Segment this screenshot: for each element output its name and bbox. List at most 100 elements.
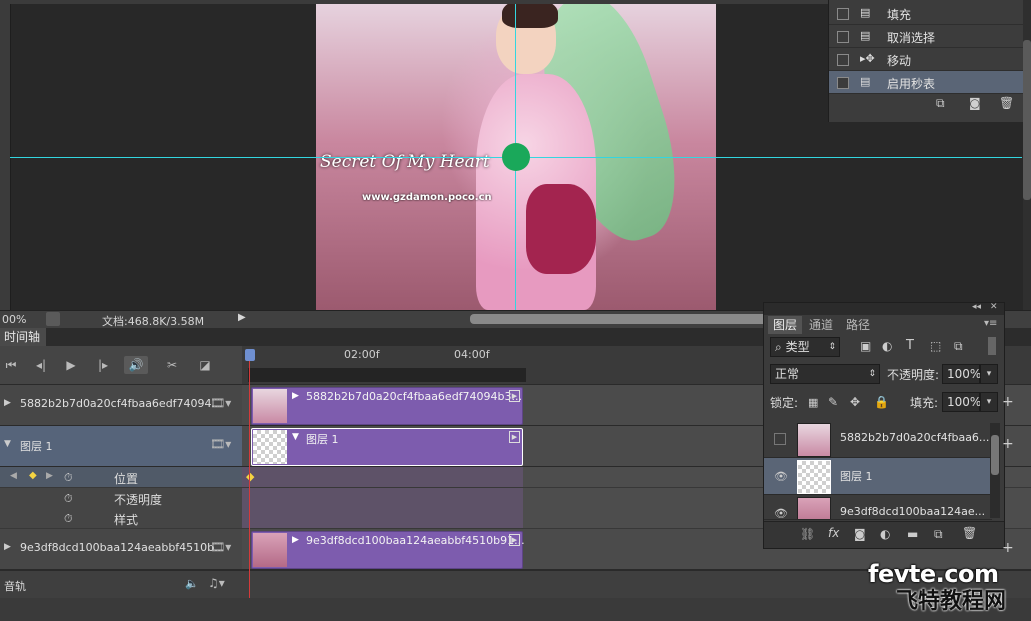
- status-menu-icon[interactable]: [46, 312, 60, 326]
- stopwatch-icon[interactable]: ⏱: [64, 492, 73, 506]
- history-snapshot-checkbox[interactable]: [837, 8, 849, 20]
- layer-row-selected[interactable]: 👁 图层 1: [764, 458, 992, 495]
- type-filter-icon[interactable]: T: [906, 338, 914, 353]
- speaker-icon[interactable]: 🔈: [185, 577, 199, 590]
- pixel-filter-icon[interactable]: ▣: [860, 339, 871, 353]
- close-icon[interactable]: ✕: [990, 302, 998, 312]
- history-item-fill[interactable]: ▤ 填充: [829, 2, 1024, 25]
- lock-all-icon[interactable]: 🔒: [874, 395, 889, 409]
- stopwatch-icon[interactable]: ⏱: [64, 471, 73, 485]
- link-icon[interactable]: ⛓: [800, 527, 815, 541]
- layer-filter-select[interactable]: ⌕ 类型 ⇕: [770, 337, 840, 357]
- clip-end-icon[interactable]: ▶: [509, 534, 520, 546]
- history-item-enable-stopwatch[interactable]: ▤ 启用秒表: [829, 71, 1024, 94]
- lock-position-icon[interactable]: ✥: [850, 395, 860, 409]
- playhead-handle[interactable]: [245, 349, 255, 361]
- eye-icon[interactable]: 👁: [774, 470, 788, 483]
- history-snapshot-checkbox[interactable]: [837, 31, 849, 43]
- layers-scroll-thumb[interactable]: [991, 435, 999, 475]
- film-icon[interactable]: 🎞▾: [210, 540, 231, 554]
- new-layer-icon[interactable]: ⧉: [934, 527, 943, 542]
- eye-icon[interactable]: 👁: [774, 507, 788, 519]
- goto-first-frame-icon[interactable]: ⏮: [2, 356, 20, 374]
- camera-icon[interactable]: ◙: [969, 96, 981, 110]
- timeline-track-layer-photo1[interactable]: ▶ 5882b2b7d0a20cf4fbaa6edf74094... 🎞▾: [0, 385, 242, 426]
- timeline-track-layer-photo2[interactable]: ▶ 9e3df8dcd100baa124aeabbf4510b... 🎞▾: [0, 529, 242, 570]
- tab-layers[interactable]: 图层: [768, 316, 803, 334]
- tab-paths[interactable]: 路径: [841, 316, 875, 334]
- adjustment-layer-icon[interactable]: ◐: [880, 527, 890, 541]
- film-icon[interactable]: 🎞▾: [210, 437, 231, 451]
- timeline-clip[interactable]: ▼ 图层 1 ▶: [251, 428, 523, 466]
- opacity-input[interactable]: 100%: [942, 364, 981, 384]
- mask-icon[interactable]: ◙: [854, 527, 866, 541]
- clip-end-icon[interactable]: ▶: [509, 431, 520, 443]
- next-keyframe-icon[interactable]: ▶: [46, 471, 53, 481]
- music-note-icon[interactable]: ♫▾: [208, 576, 225, 590]
- fill-dropdown-icon[interactable]: ▾: [980, 392, 998, 412]
- add-media-plus-icon[interactable]: +: [1002, 540, 1014, 556]
- visibility-toggle[interactable]: [774, 433, 786, 445]
- history-item-deselect[interactable]: ▤ 取消选择: [829, 25, 1024, 48]
- audio-toggle-icon[interactable]: 🔊: [124, 356, 148, 374]
- collapse-arrow-icon[interactable]: ▼: [4, 439, 11, 449]
- timeline-clip[interactable]: ▶ 9e3df8dcd100baa124aeabbf4510b91... ▶: [251, 531, 525, 569]
- layers-panel-titlebar[interactable]: ◂◂ ✕: [764, 302, 1004, 315]
- keyframe-diamond-icon[interactable]: ◆: [29, 470, 37, 481]
- play-icon[interactable]: ▶: [62, 356, 80, 374]
- scissors-icon[interactable]: ✂: [163, 356, 181, 374]
- next-frame-icon[interactable]: |▸: [94, 356, 112, 374]
- tab-timeline[interactable]: 时间轴: [0, 328, 46, 346]
- transition-icon[interactable]: ◪: [196, 356, 214, 374]
- stopwatch-icon[interactable]: ⏱: [64, 512, 73, 526]
- adjustment-filter-icon[interactable]: ◐: [882, 339, 892, 353]
- history-snapshot-checkbox[interactable]: [837, 54, 849, 66]
- property-style[interactable]: ⏱ 样式: [0, 508, 242, 529]
- work-area-bar[interactable]: [248, 368, 526, 382]
- prev-keyframe-icon[interactable]: ◀: [10, 471, 17, 481]
- green-circle-layer[interactable]: [502, 143, 530, 171]
- fill-input[interactable]: 100%: [942, 392, 981, 412]
- collapse-panel-icon[interactable]: ◂◂: [972, 302, 981, 312]
- fx-icon[interactable]: fx: [828, 526, 839, 540]
- opacity-dropdown-icon[interactable]: ▾: [980, 364, 998, 384]
- history-snapshot-checkbox[interactable]: [837, 77, 849, 89]
- add-media-plus-icon[interactable]: +: [1002, 394, 1014, 410]
- history-scroll-thumb[interactable]: [1023, 40, 1031, 200]
- history-item-move[interactable]: ▸✥ 移动: [829, 48, 1024, 71]
- trash-icon[interactable]: 🗑: [962, 526, 977, 540]
- add-media-plus-icon[interactable]: +: [1002, 436, 1014, 452]
- lock-transparency-icon[interactable]: ▦: [808, 396, 818, 409]
- layer-row[interactable]: 👁 9e3df8dcd100baa124ae...: [764, 495, 992, 520]
- clip-play-icon[interactable]: ▶: [292, 391, 299, 401]
- shape-filter-icon[interactable]: ⬚: [930, 339, 941, 353]
- lock-brush-icon[interactable]: ✎: [828, 395, 838, 409]
- keyframe-marker-icon[interactable]: ◆: [246, 470, 254, 483]
- filter-toggle[interactable]: [988, 337, 996, 355]
- clip-play-icon[interactable]: ▶: [292, 535, 299, 545]
- zoom-level[interactable]: 00%: [2, 313, 26, 326]
- blend-mode-select[interactable]: 正常 ⇕: [770, 364, 880, 384]
- clip-expand-icon[interactable]: ▼: [292, 432, 299, 442]
- timeline-track-layer-1[interactable]: ▼ 图层 1 🎞▾: [0, 426, 242, 467]
- hair-graphic: [502, 4, 558, 28]
- playhead-line[interactable]: [249, 352, 250, 598]
- smart-object-filter-icon[interactable]: ⧉: [954, 339, 963, 354]
- layer-row[interactable]: 5882b2b7d0a20cf4fbaa6...: [764, 421, 992, 458]
- property-position[interactable]: ◀ ◆ ▶ ⏱ 位置: [0, 467, 242, 488]
- timeline-clip[interactable]: ▶ 5882b2b7d0a20cf4fbaa6edf74094b3... ▶: [251, 387, 523, 425]
- vertical-ruler[interactable]: [0, 0, 11, 310]
- status-arrow-icon[interactable]: ▶: [238, 312, 246, 323]
- expand-arrow-icon[interactable]: ▶: [4, 398, 11, 408]
- clip-end-icon[interactable]: ▶: [509, 390, 520, 402]
- trash-icon[interactable]: 🗑: [999, 96, 1014, 110]
- property-opacity[interactable]: ⏱ 不透明度: [0, 488, 242, 509]
- previous-frame-icon[interactable]: ◂|: [32, 356, 50, 374]
- horizontal-scroll-thumb[interactable]: [470, 314, 770, 324]
- film-icon[interactable]: 🎞▾: [210, 396, 231, 410]
- folder-icon[interactable]: ▬: [907, 527, 918, 541]
- panel-menu-icon[interactable]: ▾≡: [984, 318, 997, 329]
- expand-arrow-icon[interactable]: ▶: [4, 542, 11, 552]
- tab-channels[interactable]: 通道: [804, 316, 838, 334]
- new-document-from-state-icon[interactable]: ⧉: [936, 96, 945, 111]
